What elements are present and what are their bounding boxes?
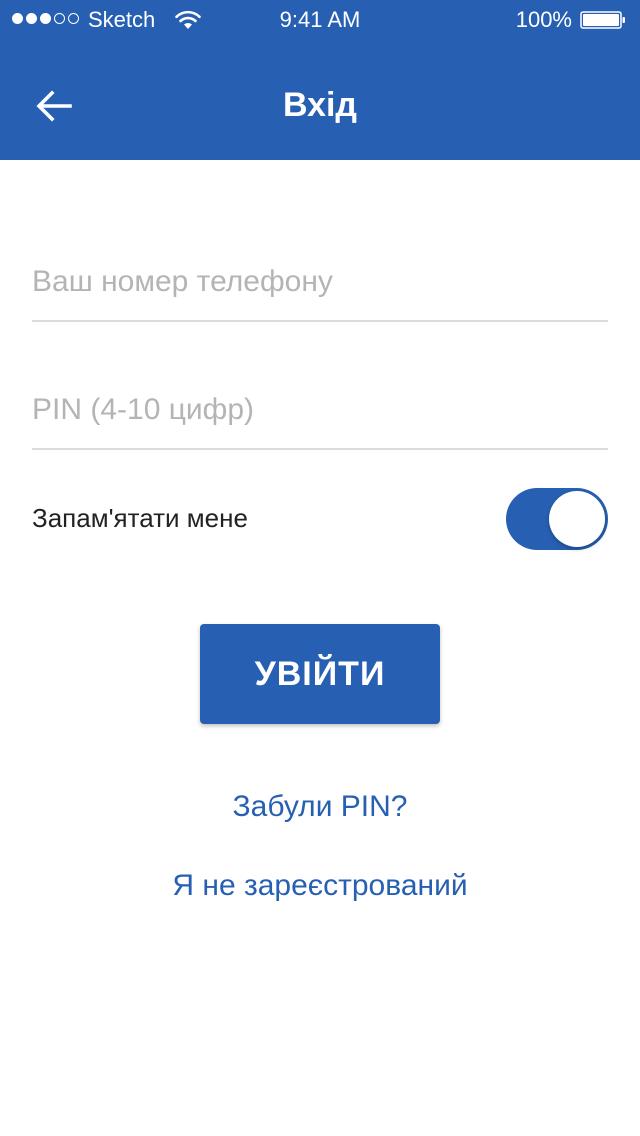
- phone-field: [32, 250, 608, 322]
- app-header: Sketch 9:41 AM 100% Вхід: [0, 0, 640, 160]
- battery-percent: 100%: [515, 7, 572, 32]
- forgot-pin-link[interactable]: Забули PIN?: [0, 787, 640, 827]
- login-button[interactable]: УВІЙТИ: [200, 624, 440, 724]
- toggle-knob: [549, 491, 605, 547]
- login-screen: Sketch 9:41 AM 100% Вхід Запам'я: [0, 0, 640, 1136]
- remember-me-label: Запам'ятати мене: [32, 503, 248, 533]
- page-title: Вхід: [282, 86, 358, 124]
- pin-field: [32, 378, 608, 450]
- pin-input[interactable]: [32, 388, 608, 432]
- not-registered-link[interactable]: Я не зареєстрований: [0, 866, 640, 906]
- battery-icon: [580, 11, 625, 29]
- phone-input[interactable]: [32, 260, 608, 304]
- remember-me-toggle[interactable]: [506, 488, 608, 550]
- status-bar: Sketch 9:41 AM 100%: [0, 0, 640, 40]
